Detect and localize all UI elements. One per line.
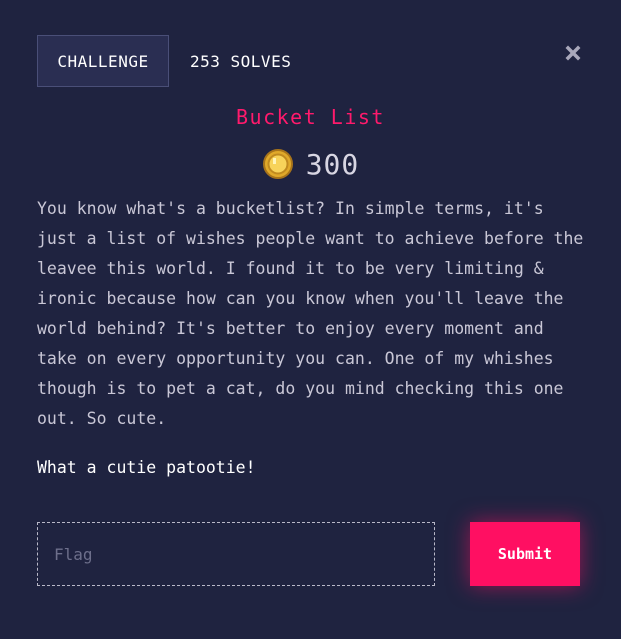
flag-input[interactable] <box>37 522 435 586</box>
close-icon <box>565 45 581 61</box>
coin-icon <box>262 149 293 179</box>
submit-button[interactable]: Submit <box>470 522 580 586</box>
points-value: 300 <box>305 147 360 181</box>
challenge-description: You know what's a bucketlist? In simple … <box>37 199 584 428</box>
challenge-modal: CHALLENGE 253 SOLVES Bucket List 300 You… <box>0 0 621 639</box>
close-button[interactable] <box>562 42 584 64</box>
points-row: 300 <box>0 145 621 183</box>
tab-challenge[interactable]: CHALLENGE <box>37 35 169 87</box>
challenge-title: Bucket List <box>236 105 385 129</box>
tab-solves[interactable]: 253 SOLVES <box>190 35 291 87</box>
challenge-tagline: What a cutie patootie! <box>37 458 256 477</box>
